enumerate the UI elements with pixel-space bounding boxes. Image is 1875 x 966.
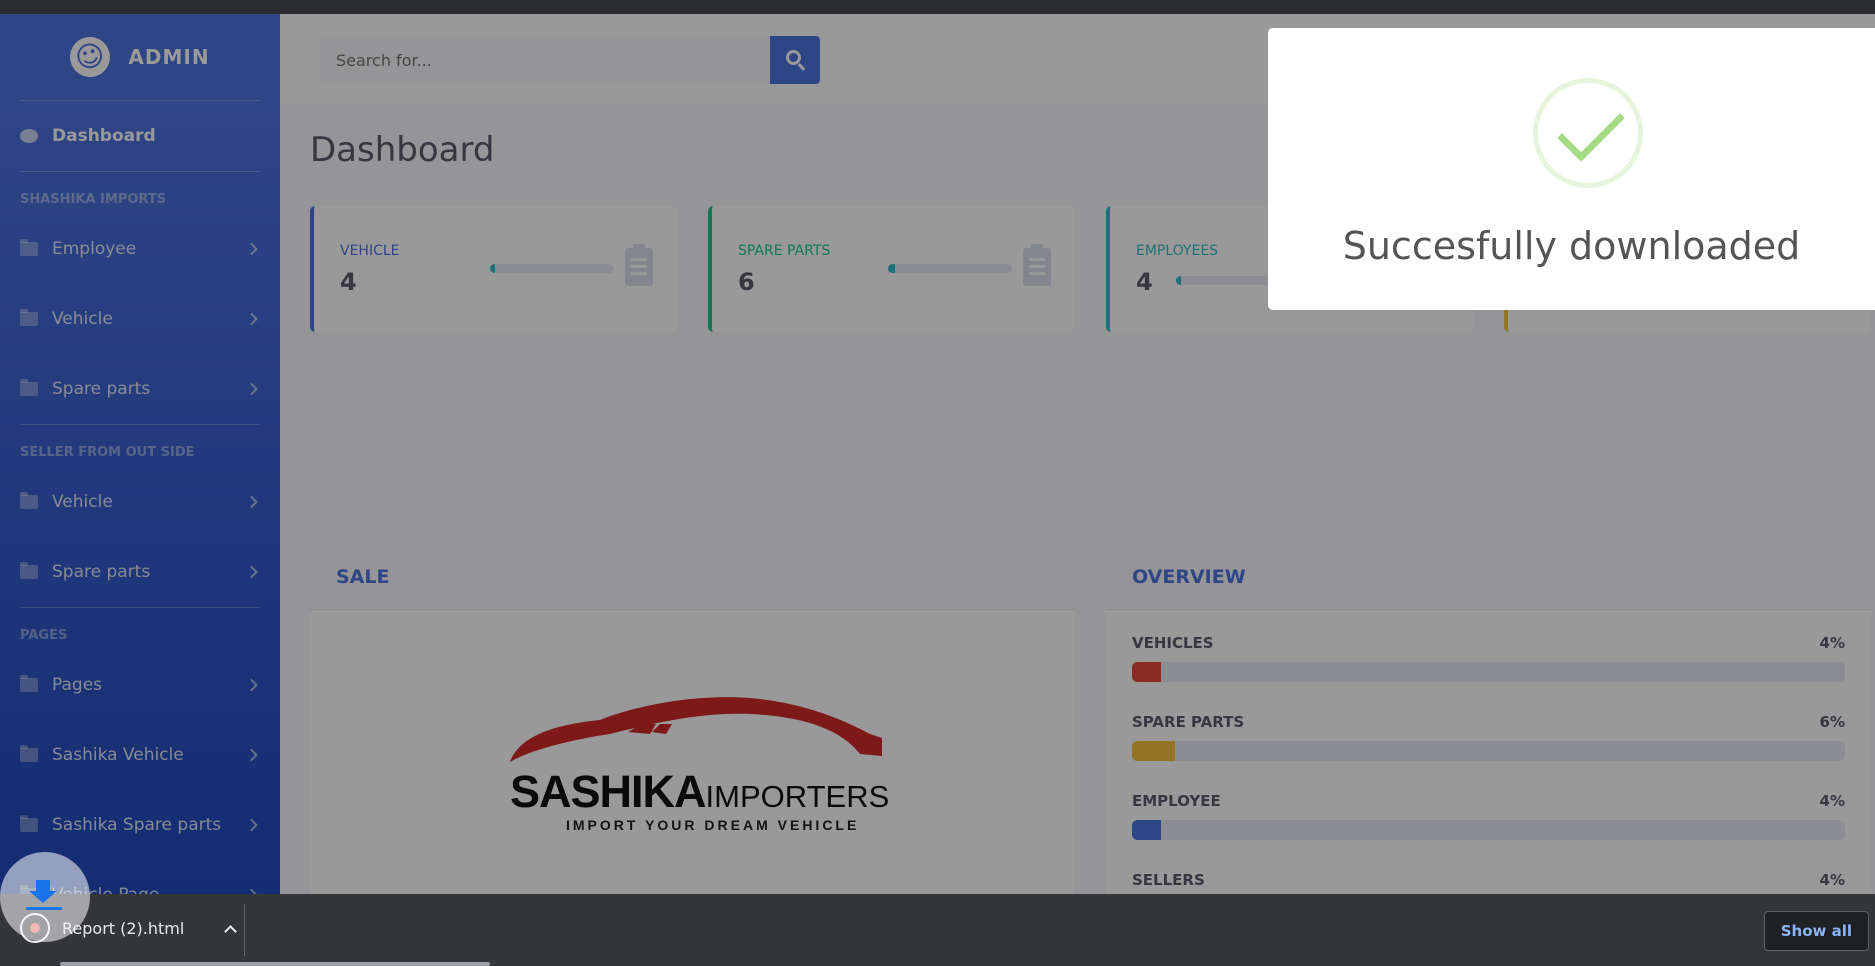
horizontal-scrollbar[interactable]: [60, 962, 490, 966]
chevron-up-icon[interactable]: [224, 924, 238, 938]
downloads-bar: Report (2).html Show all: [0, 894, 1875, 966]
download-tray-icon: [26, 907, 62, 910]
success-icon: [1533, 78, 1643, 188]
downloads-separator: [244, 904, 245, 956]
browser-tab-strip: [0, 0, 1875, 14]
checkmark-icon: [1557, 94, 1625, 162]
success-toast: Succesfully downloaded: [1268, 28, 1875, 310]
download-arrow-icon: [29, 880, 57, 903]
show-all-button[interactable]: Show all: [1763, 911, 1869, 951]
toast-message: Succesfully downloaded: [1342, 224, 1801, 268]
